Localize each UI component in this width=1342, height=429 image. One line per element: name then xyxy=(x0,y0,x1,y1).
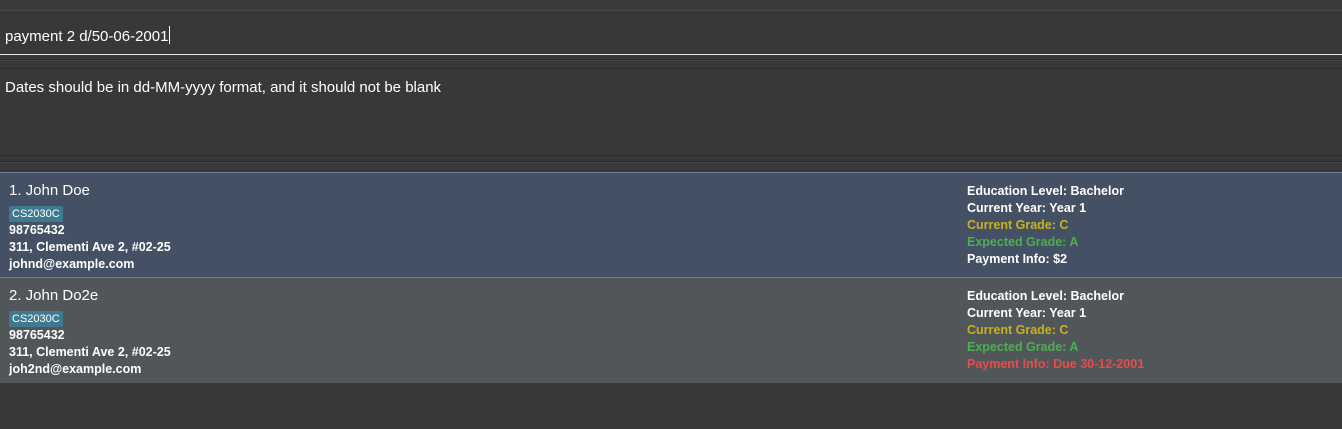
person-phone: 98765432 xyxy=(9,328,65,342)
app-window: payment 2 d/50-06-2001 Dates should be i… xyxy=(0,0,1342,429)
tag-badge: CS2030C xyxy=(9,206,63,222)
current-grade: Current Grade: C xyxy=(967,218,1069,232)
payment-info: Payment Info: $2 xyxy=(967,252,1068,266)
person-phone: 98765432 xyxy=(9,223,65,237)
command-input-value[interactable]: payment 2 d/50-06-2001 xyxy=(5,28,168,45)
expected-grade: Expected Grade: A xyxy=(967,235,1079,249)
person-email: joh2nd@example.com xyxy=(9,362,142,376)
command-input-text[interactable]: payment 2 d/50-06-2001 xyxy=(5,26,171,45)
top-strip xyxy=(0,0,1342,11)
education-level: Education Level: Bachelor xyxy=(967,289,1124,303)
result-message: Dates should be in dd-MM-yyyy format, an… xyxy=(5,79,442,96)
person-address: 311, Clementi Ave 2, #02-25 xyxy=(9,240,171,254)
tag-badge: CS2030C xyxy=(9,311,63,327)
person-email: johnd@example.com xyxy=(9,257,135,271)
person-card[interactable]: 1. John Doe CS2030C 98765432 311, Clemen… xyxy=(0,172,1342,278)
person-address: 311, Clementi Ave 2, #02-25 xyxy=(9,345,171,359)
current-year: Current Year: Year 1 xyxy=(967,306,1087,320)
person-name: 2. John Do2e xyxy=(9,287,99,304)
text-caret xyxy=(169,26,171,44)
current-year: Current Year: Year 1 xyxy=(967,201,1087,215)
person-card[interactable]: 2. John Do2e CS2030C 98765432 311, Cleme… xyxy=(0,278,1342,383)
expected-grade: Expected Grade: A xyxy=(967,340,1079,354)
result-display: Dates should be in dd-MM-yyyy format, an… xyxy=(0,68,1342,156)
divider xyxy=(0,59,1342,61)
person-list[interactable]: 1. John Doe CS2030C 98765432 311, Clemen… xyxy=(0,172,1342,383)
person-name: 1. John Doe xyxy=(9,182,90,199)
command-box[interactable]: payment 2 d/50-06-2001 xyxy=(0,11,1342,55)
current-grade: Current Grade: C xyxy=(967,323,1069,337)
payment-info: Payment Info: Due 30-12-2001 xyxy=(967,357,1145,371)
education-level: Education Level: Bachelor xyxy=(967,184,1124,198)
divider xyxy=(0,161,1342,163)
